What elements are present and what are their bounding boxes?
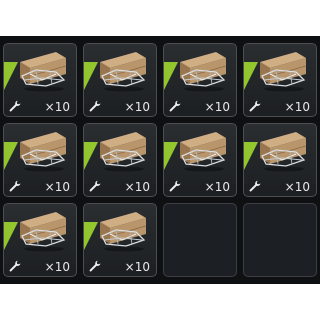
item-count: ×10 <box>124 100 150 114</box>
wooden-crate-with-glider-icon <box>180 132 227 172</box>
wooden-crate-with-glider-icon <box>100 132 147 172</box>
wrench-icon <box>89 260 101 272</box>
inventory-slot[interactable]: ×10 <box>3 203 77 277</box>
wrench-icon <box>169 180 181 192</box>
wooden-crate-with-glider-icon <box>20 212 67 252</box>
item-count: ×10 <box>204 100 230 114</box>
inventory-slot-empty[interactable] <box>163 203 237 277</box>
wrench-icon <box>9 100 21 112</box>
inventory-slot[interactable]: ×10 <box>83 123 157 197</box>
wrench-icon <box>9 180 21 192</box>
inventory-slot[interactable]: ×10 <box>163 123 237 197</box>
item-count: ×10 <box>204 180 230 194</box>
wooden-crate-with-glider-icon <box>100 212 147 252</box>
inventory-slot[interactable]: ×10 <box>243 43 317 117</box>
wrench-icon <box>249 180 261 192</box>
item-count: ×10 <box>44 100 70 114</box>
wooden-crate-with-glider-icon <box>180 52 227 92</box>
wrench-icon <box>89 100 101 112</box>
inventory-slot[interactable]: ×10 <box>3 43 77 117</box>
wooden-crate-with-glider-icon <box>260 52 307 92</box>
inventory-slot[interactable]: ×10 <box>243 123 317 197</box>
wooden-crate-with-glider-icon <box>100 52 147 92</box>
item-count: ×10 <box>284 100 310 114</box>
inventory-slot[interactable]: ×10 <box>3 123 77 197</box>
wooden-crate-with-glider-icon <box>20 52 67 92</box>
wooden-crate-with-glider-icon <box>260 132 307 172</box>
inventory-slot-empty[interactable] <box>243 203 317 277</box>
inventory-panel: ×10 ×10 ×10 ×10 ×10 ×10 ×10 ×10 ×10 ×10 <box>0 36 320 284</box>
item-count: ×10 <box>124 260 150 274</box>
wooden-crate-with-glider-icon <box>20 132 67 172</box>
inventory-slot[interactable]: ×10 <box>163 43 237 117</box>
inventory-slot[interactable]: ×10 <box>83 203 157 277</box>
item-count: ×10 <box>44 260 70 274</box>
inventory-slot[interactable]: ×10 <box>83 43 157 117</box>
wrench-icon <box>89 180 101 192</box>
item-count: ×10 <box>44 180 70 194</box>
item-count: ×10 <box>284 180 310 194</box>
item-count: ×10 <box>124 180 150 194</box>
wrench-icon <box>249 100 261 112</box>
wrench-icon <box>9 260 21 272</box>
wrench-icon <box>169 100 181 112</box>
